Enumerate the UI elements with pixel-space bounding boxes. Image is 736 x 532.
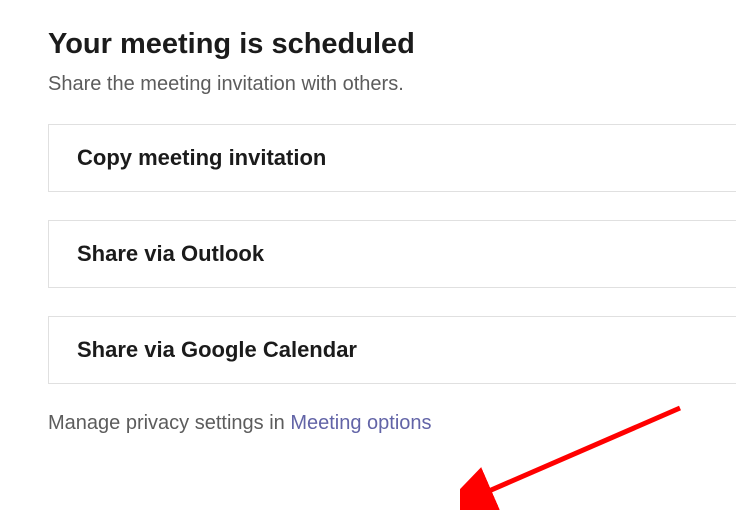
- copy-invitation-button[interactable]: Copy meeting invitation: [48, 124, 736, 192]
- meeting-options-link[interactable]: Meeting options: [290, 412, 431, 434]
- footer-prefix: Manage privacy settings in: [48, 412, 290, 434]
- page-subtitle: Share the meeting invitation with others…: [48, 73, 736, 96]
- footer-text: Manage privacy settings in Meeting optio…: [48, 412, 736, 435]
- copy-invitation-label: Copy meeting invitation: [77, 145, 326, 170]
- share-google-label: Share via Google Calendar: [77, 337, 357, 362]
- share-google-button[interactable]: Share via Google Calendar: [48, 316, 736, 384]
- share-outlook-label: Share via Outlook: [77, 241, 264, 266]
- page-title: Your meeting is scheduled: [48, 28, 736, 61]
- share-outlook-button[interactable]: Share via Outlook: [48, 220, 736, 288]
